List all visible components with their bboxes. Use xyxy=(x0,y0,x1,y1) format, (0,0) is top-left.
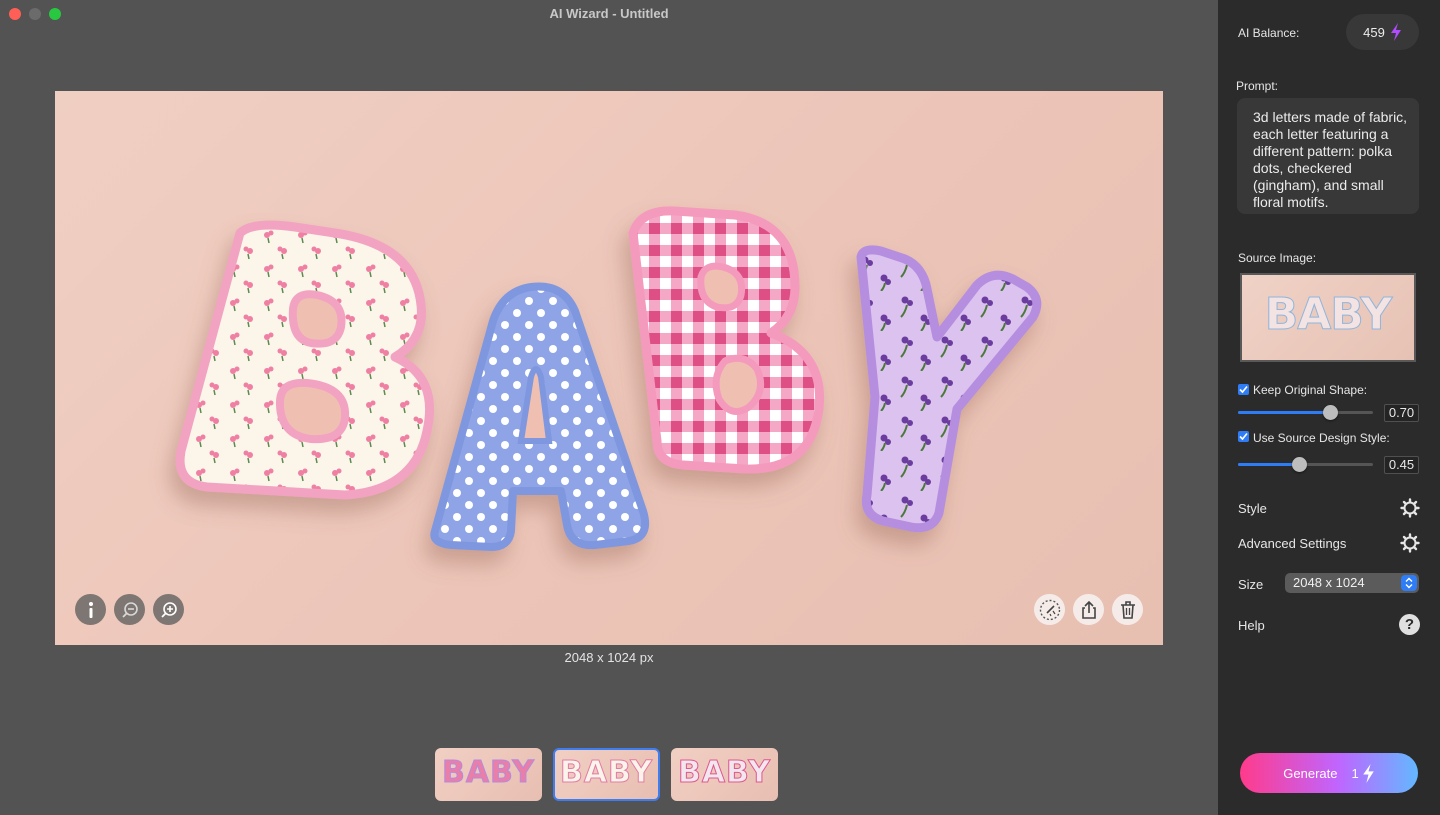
settings-sidebar: AI Balance: 459 Prompt: 3d letters made … xyxy=(1218,0,1440,815)
zoom-out-button[interactable] xyxy=(114,594,145,625)
advanced-settings-gear-icon[interactable] xyxy=(1400,533,1420,553)
design-style-value[interactable]: 0.45 xyxy=(1384,456,1419,474)
keep-shape-slider-knob[interactable] xyxy=(1323,405,1338,420)
lightning-bolt-icon xyxy=(1362,763,1374,783)
source-image-well[interactable]: BABY xyxy=(1240,273,1416,362)
zoom-out-icon xyxy=(121,601,138,618)
design-style-slider-knob[interactable] xyxy=(1292,457,1307,472)
share-icon xyxy=(1081,600,1096,619)
thumbnail-2-selected[interactable]: BABY xyxy=(553,748,660,801)
help-button[interactable]: ? xyxy=(1399,614,1420,635)
checkmark-icon xyxy=(1239,432,1248,441)
size-select-value: 2048 x 1024 xyxy=(1293,575,1365,590)
thumbnail-text: BABY xyxy=(441,755,536,791)
style-label: Style xyxy=(1238,501,1267,516)
advanced-settings-label: Advanced Settings xyxy=(1238,536,1347,551)
letter-b-gingham xyxy=(628,206,825,474)
thumbnail-3[interactable]: BABY xyxy=(671,748,778,801)
baby-letters-artwork xyxy=(175,206,1042,551)
thumbnail-1[interactable]: BABY xyxy=(435,748,542,801)
ai-balance-label: AI Balance: xyxy=(1238,26,1300,40)
zoom-in-icon xyxy=(160,601,177,618)
info-button[interactable] xyxy=(75,594,106,625)
keep-shape-label: Keep Original Shape: xyxy=(1253,383,1368,397)
letter-b-floral xyxy=(175,220,435,500)
generate-cost: 1 xyxy=(1351,763,1374,783)
keep-shape-checkbox[interactable] xyxy=(1238,384,1249,395)
delete-button[interactable] xyxy=(1112,594,1143,625)
prompt-textarea[interactable]: 3d letters made of fabric, each letter f… xyxy=(1237,98,1419,214)
generate-label: Generate xyxy=(1283,765,1338,781)
question-mark-icon: ? xyxy=(1404,616,1415,633)
design-style-slider[interactable] xyxy=(1238,457,1373,472)
keep-shape-slider[interactable] xyxy=(1238,405,1373,420)
help-label: Help xyxy=(1238,618,1265,633)
generate-button[interactable]: Generate 1 xyxy=(1240,753,1418,793)
letter-y-violet xyxy=(856,245,1042,533)
source-image-text: BABY xyxy=(1264,289,1393,341)
lightning-bolt-icon xyxy=(1390,23,1401,41)
ai-balance-pill[interactable]: 459 xyxy=(1346,14,1419,50)
select-arrows-icon xyxy=(1401,575,1417,591)
image-size-label: 2048 x 1024 px xyxy=(564,650,654,665)
size-select[interactable]: 2048 x 1024 xyxy=(1285,573,1419,593)
zoom-in-button[interactable] xyxy=(153,594,184,625)
checkmark-icon xyxy=(1239,385,1248,394)
window-title: AI Wizard - Untitled xyxy=(549,6,669,21)
prompt-label: Prompt: xyxy=(1236,79,1279,93)
source-image-preview: BABY xyxy=(1242,275,1414,360)
generated-image[interactable] xyxy=(55,91,1163,645)
share-button[interactable] xyxy=(1073,594,1104,625)
style-gear-icon[interactable] xyxy=(1400,498,1420,518)
magic-cut-icon xyxy=(1039,599,1060,620)
design-style-checkbox[interactable] xyxy=(1238,431,1249,442)
keep-shape-value[interactable]: 0.70 xyxy=(1384,404,1419,422)
remove-background-button[interactable] xyxy=(1034,594,1065,625)
thumbnail-text: BABY xyxy=(677,755,772,791)
letter-a-polka xyxy=(430,282,650,551)
source-image-label: Source Image: xyxy=(1238,251,1317,265)
design-style-slider-fill xyxy=(1238,463,1299,466)
design-style-label: Use Source Design Style: xyxy=(1253,431,1390,445)
trash-icon xyxy=(1120,600,1135,619)
ai-balance-value: 459 xyxy=(1363,24,1385,40)
size-label: Size xyxy=(1238,577,1264,592)
keep-shape-slider-fill xyxy=(1238,411,1330,414)
info-icon xyxy=(88,601,93,618)
thumbnail-text: BABY xyxy=(559,755,654,791)
generate-cost-value: 1 xyxy=(1351,765,1359,781)
